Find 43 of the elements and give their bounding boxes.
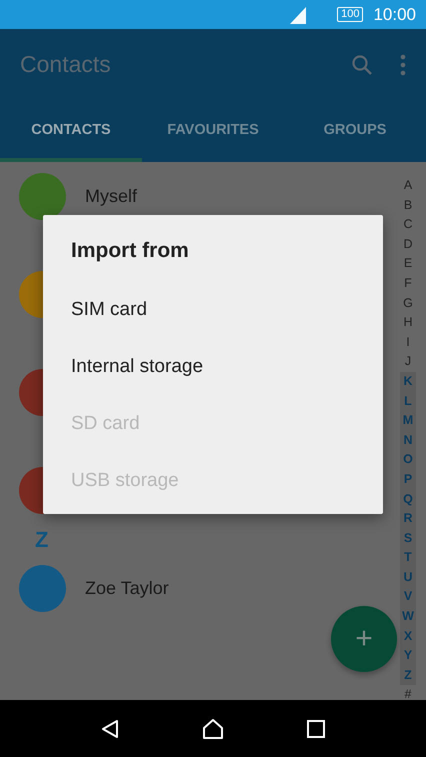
index-letter[interactable]: M [400,411,416,431]
index-letter[interactable]: S [400,528,416,548]
back-icon[interactable] [100,718,120,738]
index-letter[interactable]: Z [400,666,416,686]
index-letter[interactable]: N [400,430,416,450]
index-letter[interactable]: E [400,254,416,274]
index-letter[interactable]: Q [400,490,416,510]
clock: 10:00 [373,4,416,24]
index-letter[interactable]: W [400,607,416,627]
index-letter[interactable]: U [400,568,416,588]
index-letter[interactable]: I [400,332,416,352]
index-letter[interactable]: V [400,587,416,608]
tab[interactable]: GROUPS [284,100,426,162]
index-letter[interactable]: P [400,470,416,490]
battery-indicator: 100 [337,7,364,22]
add-button[interactable]: + [331,606,397,672]
index-letter[interactable]: O [400,450,416,470]
index-letter[interactable]: J [400,352,416,372]
dialog-title: Import from [71,239,190,264]
home-icon[interactable] [200,716,225,740]
contact-name[interactable]: Zoe Taylor [85,578,169,599]
tab[interactable]: FAVOURITES [142,100,284,162]
index-letter[interactable]: X [400,626,416,646]
app-title: Contacts [20,51,112,78]
index-letter[interactable]: L [400,392,416,412]
index-letter[interactable]: F [400,274,416,294]
section-letter: Z [35,526,48,552]
import-option[interactable]: SIM card [71,281,355,338]
index-letter[interactable]: C [400,215,416,235]
signal-icon [289,6,308,24]
recent-apps-icon[interactable] [306,718,326,738]
index-letter[interactable]: R [400,509,416,529]
index-letter[interactable]: Y [400,646,416,666]
index-letter[interactable]: G [400,294,416,314]
index-letter[interactable]: B [400,196,416,216]
import-option[interactable]: Internal storage [71,338,355,395]
index-letter[interactable]: K [400,372,416,392]
index-letter[interactable]: D [400,234,416,254]
index-letter[interactable]: T [400,548,416,568]
index-letter[interactable]: H [400,313,416,333]
index-letter[interactable]: A [400,176,416,196]
contact-name[interactable]: Myself [85,186,138,207]
index-letter[interactable]: # [400,685,416,706]
